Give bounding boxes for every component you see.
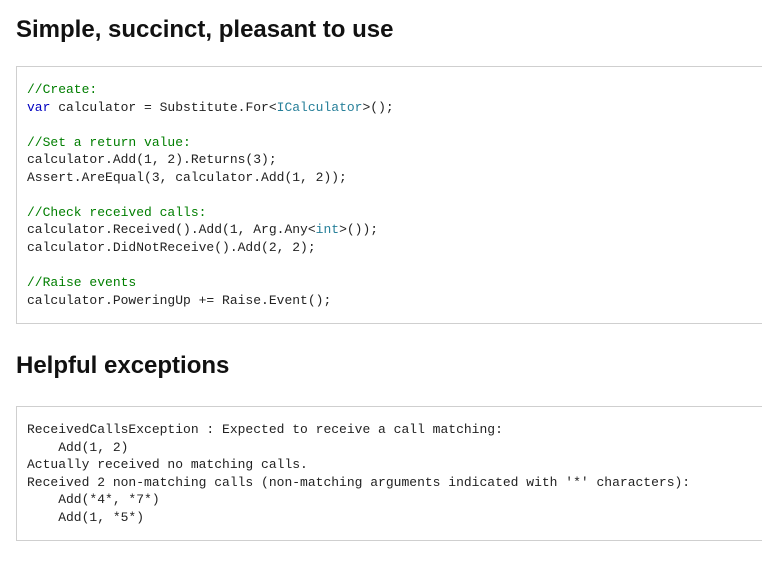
code-text: calculator = Substitute.For< bbox=[50, 100, 276, 115]
exception-output: ReceivedCallsException : Expected to rec… bbox=[16, 406, 762, 541]
code-comment: //Check received calls: bbox=[27, 205, 206, 220]
section-heading-simple: Simple, succinct, pleasant to use bbox=[16, 16, 762, 44]
code-text: calculator.Add(1, 2).Returns(3); bbox=[27, 152, 277, 167]
code-text: Assert.AreEqual(3, calculator.Add(1, 2))… bbox=[27, 170, 347, 185]
code-type: int bbox=[316, 222, 339, 237]
code-text: calculator.Received().Add(1, Arg.Any< bbox=[27, 222, 316, 237]
section-heading-exceptions: Helpful exceptions bbox=[16, 352, 762, 380]
code-text: calculator.DidNotReceive().Add(2, 2); bbox=[27, 240, 316, 255]
code-example-1: //Create: var calculator = Substitute.Fo… bbox=[16, 66, 762, 324]
code-text: calculator.PoweringUp += Raise.Event(); bbox=[27, 293, 331, 308]
code-comment: //Create: bbox=[27, 82, 97, 97]
code-text: >(); bbox=[362, 100, 393, 115]
code-comment: //Set a return value: bbox=[27, 135, 191, 150]
code-text: >()); bbox=[339, 222, 378, 237]
code-keyword: var bbox=[27, 100, 50, 115]
code-comment: //Raise events bbox=[27, 275, 136, 290]
code-type: ICalculator bbox=[277, 100, 363, 115]
